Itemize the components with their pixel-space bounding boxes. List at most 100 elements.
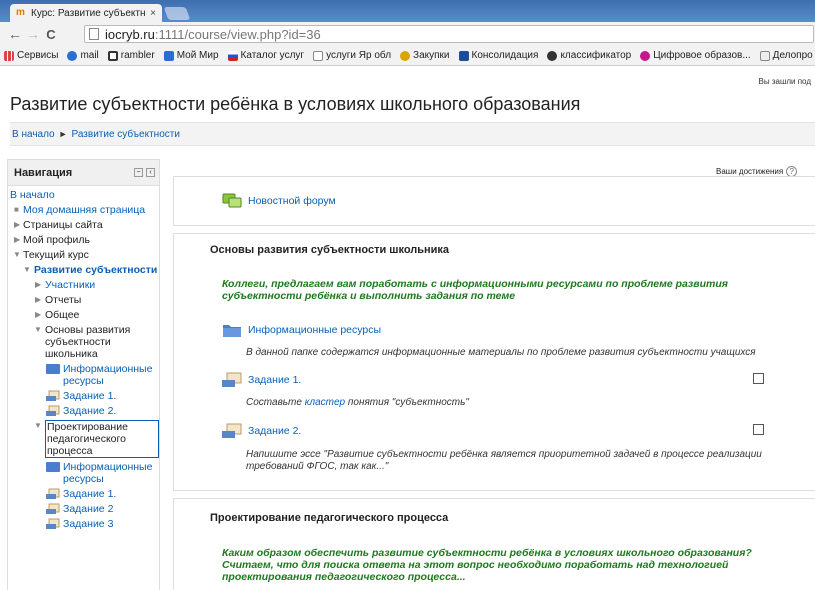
tab-close-icon[interactable]: × [150, 8, 156, 19]
bookmark-rambler[interactable]: rambler [107, 50, 155, 61]
my-world-icon [163, 50, 174, 61]
nav-item-task-1[interactable]: Задание 1. [10, 390, 159, 402]
reload-icon[interactable]: C [42, 27, 60, 42]
digital-education-icon [640, 50, 651, 61]
mail-icon [67, 50, 78, 61]
task-2-completion-checkbox[interactable] [753, 424, 764, 435]
address-bar[interactable]: iocryb.ru:1111/course/view.php?id=36 [84, 25, 814, 43]
assignment-icon [46, 518, 60, 529]
page-title: Развитие субъектности ребёнка в условиях… [10, 94, 581, 114]
moodle-page: Вы зашли под Развитие субъектности ребён… [0, 67, 815, 590]
collapse-block-icon[interactable]: − [134, 168, 143, 177]
course-section-2: Проектирование педагогического процесса … [173, 498, 815, 590]
bullet-icon: ■ [14, 205, 19, 214]
flag-icon [227, 50, 238, 61]
forum-activity[interactable]: Новостной форум [222, 193, 336, 209]
nav-item-participants[interactable]: ▶ Участники [10, 279, 159, 291]
nav-item-reports[interactable]: ▶ Отчеты [10, 294, 159, 306]
nav-item-my-profile[interactable]: ▶ Мой профиль [10, 234, 159, 246]
course-section-general: Новостной форум [173, 176, 815, 226]
assignment-icon [46, 390, 60, 401]
forum-icon [222, 193, 242, 208]
resources-activity[interactable]: Информационные ресурсы [222, 322, 381, 338]
page-icon [89, 28, 99, 40]
folder-icon [46, 364, 60, 374]
assignment-icon [222, 372, 242, 387]
assignment-icon [46, 405, 60, 416]
browser-tab[interactable]: m Курс: Развитие субъектн × [10, 4, 162, 22]
collapse-arrow-icon: ▼ [13, 250, 21, 259]
task-2-description: Напишите эссе "Развитие субъектности реб… [246, 449, 762, 472]
address-host: iocryb.ru [105, 26, 155, 42]
bookmark-digital-education[interactable]: Цифровое образов... [640, 50, 751, 61]
folder-icon [46, 462, 60, 472]
nav-item-site-pages[interactable]: ▶ Страницы сайта [10, 219, 159, 231]
resources-description: В данной папке содержатся информационные… [246, 347, 756, 358]
breadcrumb-separator-icon: ► [58, 129, 68, 139]
nav-item-resources-1[interactable]: Информационные ресурсы [10, 363, 159, 387]
bookmark-records[interactable]: Делопро [759, 50, 813, 61]
navigation-tree: В начало ■ Моя домашняя страница ▶ Страниц… [8, 186, 159, 530]
bookmark-my-world[interactable]: Мой Мир [163, 50, 219, 61]
forum-link[interactable]: Новостной форум [248, 195, 336, 207]
rambler-icon [107, 50, 118, 61]
expand-arrow-icon: ▶ [14, 235, 21, 244]
bookmark-consolidation[interactable]: Консолидация [458, 50, 538, 61]
section-summary: Каким образом обеспечить развитие субъек… [222, 547, 752, 583]
assignment-icon [222, 423, 242, 438]
bookmarks-bar: Сервисы mail rambler Мой Мир Каталог усл… [0, 46, 815, 66]
assignment-icon [46, 503, 60, 514]
nav-item-section-1[interactable]: ▼ Основы развития субъектности школьника [10, 324, 159, 360]
forward-icon[interactable]: → [24, 26, 42, 42]
bookmark-services[interactable]: Сервисы [4, 50, 58, 61]
task-2-link[interactable]: Задание 2. [248, 425, 301, 437]
resources-link[interactable]: Информационные ресурсы [248, 324, 381, 336]
task-1-activity[interactable]: Задание 1. [222, 372, 301, 388]
cluster-link[interactable]: кластер [305, 397, 345, 408]
assignment-icon [46, 488, 60, 499]
nav-item-course[interactable]: ▼ Развитие субъектности [10, 264, 159, 276]
breadcrumb-home-link[interactable]: В начало [12, 129, 55, 140]
navigation-title: Навигация [14, 166, 73, 179]
task-1-description: Составьте кластер понятия "субъектность" [246, 397, 469, 408]
folder-icon [223, 325, 241, 337]
bookmark-mail[interactable]: mail [67, 50, 99, 61]
new-tab-button[interactable] [163, 7, 191, 20]
consolidation-icon [458, 50, 469, 61]
apps-grid-icon [4, 50, 14, 61]
nav-item-dashboard[interactable]: ■ Моя домашняя страница [10, 204, 159, 216]
browser-toolbar: ← → C iocryb.ru:1111/course/view.php?id=… [0, 22, 815, 46]
nav-item-general[interactable]: ▶ Общее [10, 309, 159, 321]
nav-item-section-2[interactable]: ▼ Проектирование педагогического процесса [10, 420, 159, 458]
task-1-completion-checkbox[interactable] [753, 373, 764, 384]
collapse-arrow-icon: ▼ [23, 265, 31, 274]
nav-item-home[interactable]: В начало [10, 189, 159, 201]
section-title: Основы развития субъектности школьника [210, 244, 450, 256]
nav-item-resources-2[interactable]: Информационные ресурсы [10, 461, 159, 485]
bookmark-classifier[interactable]: классификатор [547, 50, 631, 61]
bookmark-service-catalog[interactable]: Каталог услуг [227, 50, 304, 61]
task-2-activity[interactable]: Задание 2. [222, 423, 301, 439]
bookmark-procurement[interactable]: Закупки [400, 50, 450, 61]
nav-item-task-2[interactable]: Задание 2. [10, 405, 159, 417]
expand-arrow-icon: ▶ [35, 310, 42, 319]
navigation-header: Навигация − ‹ [8, 160, 159, 186]
expand-arrow-icon: ▶ [35, 295, 42, 304]
navigation-block: Навигация − ‹ В начало ■ Моя домашняя стр… [7, 159, 160, 590]
nav-item-task-2-2[interactable]: Задание 2 [10, 503, 159, 515]
login-info[interactable]: Вы зашли под [759, 77, 811, 86]
dock-block-icon[interactable]: ‹ [146, 168, 155, 177]
breadcrumb-course-link[interactable]: Развитие субъектности [72, 129, 180, 140]
nav-item-task-2-1[interactable]: Задание 1. [10, 488, 159, 500]
back-icon[interactable]: ← [6, 26, 24, 42]
nav-item-current-course[interactable]: ▼ Текущий курс [10, 249, 159, 261]
course-section-1: Основы развития субъектности школьника К… [173, 233, 815, 491]
expand-arrow-icon: ▶ [35, 280, 42, 289]
bookmark-region-services[interactable]: услуги Яр обл [313, 50, 391, 61]
address-path: :1111/course/view.php?id=36 [154, 26, 321, 42]
page-icon [313, 50, 324, 61]
nav-item-task-2-3[interactable]: Задание 3 [10, 518, 159, 530]
moodle-favicon-icon: m [16, 7, 25, 18]
folder-icon [759, 50, 770, 61]
task-1-link[interactable]: Задание 1. [248, 374, 301, 386]
